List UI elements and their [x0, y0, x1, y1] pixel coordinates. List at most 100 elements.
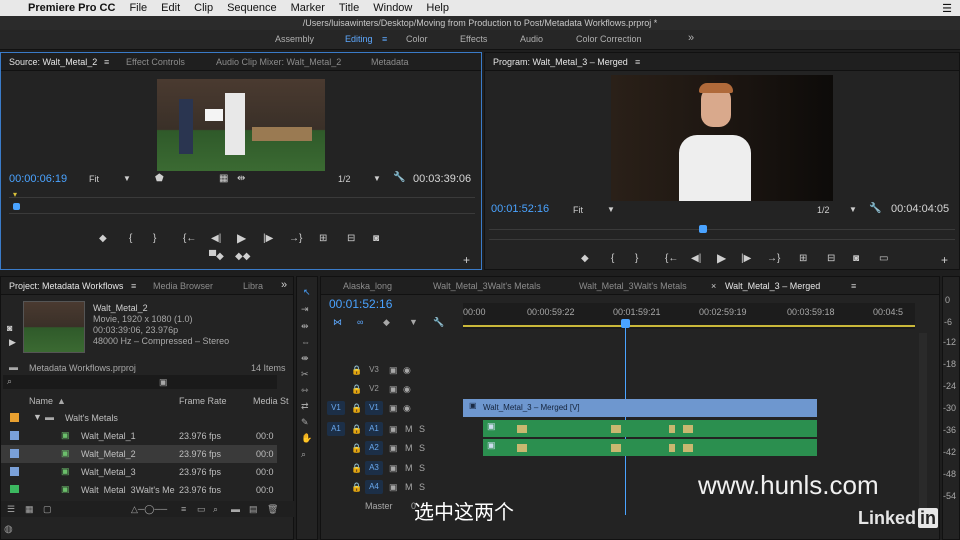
- razor-tool-icon[interactable]: ✂: [301, 369, 309, 380]
- list-item[interactable]: ▼ ▬ Walt's Metals: [1, 409, 277, 427]
- workspace-overflow-icon[interactable]: »: [688, 32, 694, 44]
- timeline-scrollbar[interactable]: [919, 333, 927, 513]
- selection-tool-icon[interactable]: ↖: [303, 287, 311, 298]
- drag-audio-icon[interactable]: ◆◆: [235, 251, 250, 262]
- mark-out-icon[interactable]: }: [153, 233, 156, 244]
- column-media-start[interactable]: Media St: [253, 396, 289, 406]
- keyframe-marker[interactable]: [611, 425, 621, 433]
- add-marker-icon[interactable]: ◆: [581, 253, 589, 264]
- tab-sequence-merged[interactable]: Walt_Metal_3 – Merged: [725, 281, 820, 291]
- track-v2[interactable]: V2: [365, 382, 383, 396]
- tab-metadata[interactable]: Metadata: [371, 57, 409, 67]
- mark-in-icon[interactable]: {: [611, 253, 614, 264]
- solo-button[interactable]: S: [419, 482, 425, 492]
- mute-button[interactable]: M: [405, 463, 413, 473]
- new-bin-from-search-icon[interactable]: ▣: [159, 377, 168, 388]
- eye-icon[interactable]: ◉: [403, 403, 411, 414]
- in-point-icon[interactable]: ▾: [13, 190, 17, 199]
- automate-to-sequence-icon[interactable]: ▭: [197, 504, 206, 515]
- workspace-assembly[interactable]: Assembly: [275, 34, 314, 44]
- mute-button[interactable]: M: [405, 424, 413, 434]
- comparison-view-icon[interactable]: ▭: [879, 253, 888, 264]
- source-timecode[interactable]: 00:00:06:19: [9, 173, 67, 185]
- panel-overflow-icon[interactable]: »: [281, 279, 287, 291]
- track-a4[interactable]: A4: [365, 480, 383, 494]
- keyframe-marker[interactable]: [517, 444, 527, 452]
- wrench-icon[interactable]: 🔧: [869, 203, 881, 214]
- program-timecode[interactable]: 00:01:52:16: [491, 203, 549, 215]
- program-video-frame[interactable]: [611, 75, 833, 201]
- icon-view-icon[interactable]: ▦: [25, 504, 34, 515]
- tab-source[interactable]: Source: Walt_Metal_2: [9, 57, 97, 67]
- pen-tool-icon[interactable]: ✎: [301, 417, 309, 428]
- timeline-panel-menu-icon[interactable]: ≡: [851, 281, 856, 291]
- mark-in-icon[interactable]: {: [129, 233, 132, 244]
- column-frame-rate[interactable]: Frame Rate: [179, 396, 227, 406]
- solo-button[interactable]: S: [419, 443, 425, 453]
- chevron-down-icon[interactable]: ▼: [373, 174, 381, 183]
- audio-clip-a2[interactable]: ▣: [483, 439, 817, 456]
- tab-effect-controls[interactable]: Effect Controls: [126, 57, 185, 67]
- add-button-icon[interactable]: +: [941, 253, 948, 267]
- step-back-icon[interactable]: ◀|: [691, 253, 701, 264]
- video-clip[interactable]: ▣ Walt_Metal_3 – Merged [V]: [463, 399, 817, 417]
- list-item[interactable]: ▣ Walt_Metal_3Walt's Me 23.976 fps 00:0: [1, 481, 277, 493]
- track-select-tool-icon[interactable]: ⇥: [301, 304, 309, 315]
- source-video-frame[interactable]: [157, 79, 325, 171]
- zoom-tool-icon[interactable]: ⌕: [301, 449, 306, 460]
- program-resolution-select[interactable]: 1/2: [817, 205, 830, 215]
- keyframe-marker[interactable]: [669, 425, 675, 433]
- menu-clip[interactable]: Clip: [194, 2, 213, 14]
- lock-icon[interactable]: 🔒: [351, 403, 362, 414]
- hand-tool-icon[interactable]: ✋: [301, 433, 312, 444]
- program-panel-menu-icon[interactable]: ≡: [635, 57, 640, 67]
- tab-libraries[interactable]: Libra: [243, 281, 263, 291]
- keyframe-marker[interactable]: [517, 425, 527, 433]
- lock-icon[interactable]: 🔒: [351, 384, 362, 395]
- sync-lock-icon[interactable]: ▣: [389, 403, 398, 414]
- step-forward-icon[interactable]: |▶: [263, 233, 273, 244]
- track-a2[interactable]: A2: [365, 441, 383, 455]
- timeline-timecode[interactable]: 00:01:52:16: [329, 297, 392, 311]
- eye-icon[interactable]: ◉: [403, 365, 411, 376]
- solo-button[interactable]: S: [419, 424, 425, 434]
- sort-up-icon[interactable]: ▲: [57, 396, 66, 406]
- lock-icon[interactable]: 🔒: [351, 443, 362, 454]
- snap-icon[interactable]: ⋈: [333, 317, 342, 328]
- ripple-edit-tool-icon[interactable]: ⇹: [301, 321, 309, 332]
- tab-sequence-walt-2[interactable]: Walt_Metal_3Walt's Metals: [579, 281, 687, 291]
- zoom-slider[interactable]: △─◯──: [131, 504, 167, 515]
- track-v3[interactable]: V3: [365, 363, 383, 377]
- keyframe-marker[interactable]: [683, 425, 693, 433]
- track-a1[interactable]: A1: [365, 422, 383, 436]
- disclosure-triangle-icon[interactable]: ▼: [33, 412, 42, 422]
- mute-button[interactable]: M: [405, 482, 413, 492]
- source-panel-menu-icon[interactable]: ≡: [104, 57, 109, 67]
- linked-selection-icon[interactable]: ∞: [357, 317, 363, 327]
- sort-icon[interactable]: ≡: [181, 504, 186, 514]
- source-resolution-select[interactable]: 1/2: [338, 174, 351, 184]
- menu-title[interactable]: Title: [339, 2, 359, 14]
- sync-lock-icon[interactable]: ▣: [389, 424, 398, 435]
- sync-lock-icon[interactable]: ▣: [389, 443, 398, 454]
- new-item-icon[interactable]: ▤: [249, 504, 258, 515]
- trash-icon[interactable]: 🗑: [267, 504, 278, 515]
- audio-clip-a1[interactable]: ▣: [483, 420, 817, 437]
- workspace-menu-icon[interactable]: ≡: [382, 34, 387, 44]
- tab-media-browser[interactable]: Media Browser: [153, 281, 213, 291]
- slip-tool-icon[interactable]: ⇿: [301, 385, 309, 396]
- new-bin-icon[interactable]: ▬: [231, 504, 240, 514]
- list-item[interactable]: ▣ Walt_Metal_3 23.976 fps 00:0: [1, 463, 277, 481]
- workspace-color-correction[interactable]: Color Correction: [576, 34, 642, 44]
- solo-button[interactable]: S: [419, 463, 425, 473]
- eye-icon[interactable]: ◉: [403, 384, 411, 395]
- step-forward-icon[interactable]: |▶: [741, 253, 751, 264]
- menu-help[interactable]: Help: [426, 2, 449, 14]
- menu-marker[interactable]: Marker: [291, 2, 325, 14]
- menu-edit[interactable]: Edit: [161, 2, 180, 14]
- find-icon[interactable]: ⌕: [213, 504, 218, 515]
- play-thumbnail-icon[interactable]: ▶: [9, 337, 16, 348]
- mute-button[interactable]: M: [405, 443, 413, 453]
- chevron-down-icon[interactable]: ▼: [607, 205, 615, 214]
- add-marker-icon[interactable]: ◆: [383, 317, 390, 328]
